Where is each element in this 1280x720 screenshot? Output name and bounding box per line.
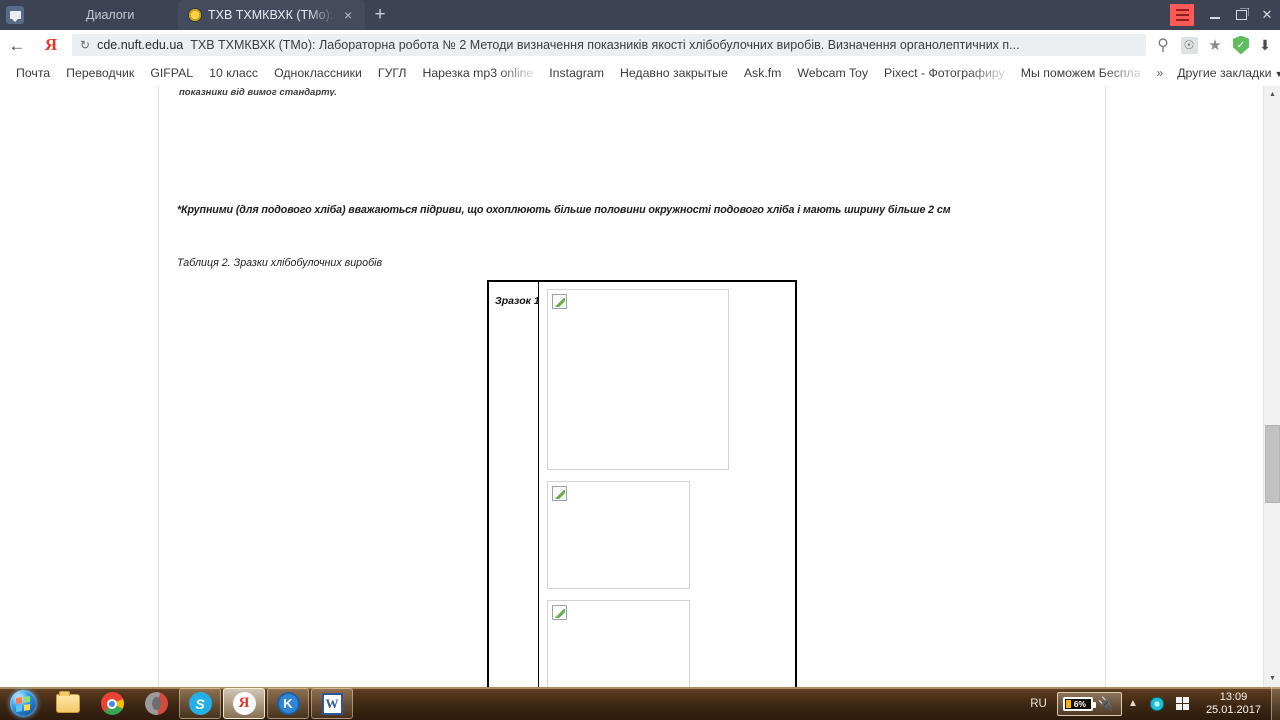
sample-label-cell: Зразок 1 xyxy=(489,282,539,687)
table-row: Зразок 1 xyxy=(489,282,795,687)
battery-icon: 6% xyxy=(1063,697,1093,711)
opera-icon xyxy=(145,692,168,715)
taskbar-item-yandex-browser[interactable]: Я xyxy=(223,688,265,719)
bookmark-nedavno-zakrytye[interactable]: Недавно закрытые xyxy=(612,60,736,86)
taskbar-item-opera[interactable] xyxy=(135,688,177,719)
bookmark-pixect[interactable]: Pixect - Фотографиру xyxy=(876,60,1013,86)
bookmark-pochta[interactable]: Почта xyxy=(8,60,58,86)
chevron-down-icon: ▼ xyxy=(1274,69,1280,79)
restore-button[interactable] xyxy=(1228,0,1254,30)
language-indicator[interactable]: RU xyxy=(1020,698,1057,710)
site-favicon-icon xyxy=(188,8,202,22)
close-tab-icon[interactable]: × xyxy=(344,8,352,22)
new-tab-button[interactable]: + xyxy=(365,0,395,30)
skype-icon: S xyxy=(189,692,212,715)
bookmark-askfm[interactable]: Ask.fm xyxy=(736,60,790,86)
show-desktop-button[interactable] xyxy=(1271,687,1280,720)
vertical-scrollbar[interactable]: ▲ ▼ xyxy=(1263,86,1280,687)
footnote-text: *Крупними (для подового хліба) вважаютьс… xyxy=(177,204,951,216)
tab-active-page[interactable]: ТХВ ТХМКВХК (ТМо): Лаб × xyxy=(178,0,365,30)
start-button[interactable] xyxy=(0,688,46,719)
taskbar-buttons: S Я K W xyxy=(0,687,354,720)
folder-icon xyxy=(56,694,80,713)
tab-dialogs[interactable]: Диалоги xyxy=(30,0,178,30)
bookmarks-overflow-icon[interactable]: » xyxy=(1149,66,1172,80)
scroll-down-icon[interactable]: ▼ xyxy=(1264,670,1280,687)
battery-percent-label: 6% xyxy=(1065,699,1095,709)
other-bookmarks-button[interactable]: Другие закладки▼ xyxy=(1171,66,1280,80)
bookmark-gugl[interactable]: ГУГЛ xyxy=(370,60,415,86)
address-bar[interactable]: ↻ cde.nuft.edu.ua ТХВ ТХМКВХК (ТМо): Лаб… xyxy=(72,34,1146,56)
clock[interactable]: 13:09 25.01.2017 xyxy=(1196,691,1271,717)
taskbar-item-chrome[interactable] xyxy=(91,688,133,719)
yandex-home-icon[interactable]: Я xyxy=(34,30,68,60)
minimize-button[interactable] xyxy=(1202,0,1228,30)
bookmark-narezka-mp3[interactable]: Нарезка mp3 online xyxy=(414,60,541,86)
taskbar-item-explorer[interactable] xyxy=(47,688,89,719)
back-button[interactable]: ← xyxy=(0,30,34,60)
close-window-button[interactable]: ✕ xyxy=(1254,0,1280,30)
page-viewport: показники від вимог стандарту. *Крупними… xyxy=(0,86,1280,687)
navigation-bar: ← Я ↻ cde.nuft.edu.ua ТХВ ТХМКВХК (ТМо):… xyxy=(0,30,1280,60)
reload-icon[interactable]: ↻ xyxy=(80,38,90,52)
bookmark-odnoklassniki[interactable]: Одноклассники xyxy=(266,60,370,86)
sample-1-label: Зразок 1 xyxy=(495,295,540,307)
star-icon[interactable]: ★ xyxy=(1202,30,1228,60)
table-caption: Таблиця 2. Зразки хлібобулочних виробів xyxy=(177,257,382,269)
power-plug-icon: 🔌 xyxy=(1096,696,1116,712)
address-host: cde.nuft.edu.ua xyxy=(97,38,183,52)
download-icon[interactable]: ⬇ xyxy=(1254,30,1280,60)
broken-image-icon[interactable] xyxy=(547,289,729,470)
bookmark-10-klass[interactable]: 10 класс xyxy=(201,60,266,86)
document-page: показники від вимог стандарту. *Крупними… xyxy=(158,86,1106,687)
browser-menu-icon[interactable] xyxy=(1170,4,1194,26)
clock-date: 25.01.2017 xyxy=(1206,704,1261,717)
clipped-paragraph: показники від вимог стандарту. xyxy=(179,87,379,96)
bookmark-gifpal[interactable]: GIFPAL xyxy=(142,60,201,86)
word-icon: W xyxy=(322,693,343,715)
bookmark-perevodchik[interactable]: Переводчик xyxy=(58,60,142,86)
window-controls: ✕ xyxy=(1170,0,1280,30)
browser-window: Диалоги ТХВ ТХМКВХК (ТМо): Лаб × + ✕ ← Я… xyxy=(0,0,1280,687)
taskbar-item-skype[interactable]: S xyxy=(179,688,221,719)
clock-time: 13:09 xyxy=(1206,691,1261,704)
yandex-browser-icon: Я xyxy=(233,692,256,715)
tray-overflow-button[interactable]: ▲ xyxy=(1122,698,1144,709)
globe-icon[interactable]: ☉ xyxy=(1176,30,1202,60)
address-title: ТХВ ТХМКВХК (ТМо): Лабораторна робота № … xyxy=(190,38,1138,52)
scroll-up-icon[interactable]: ▲ xyxy=(1264,86,1280,103)
tab-strip: Диалоги ТХВ ТХМКВХК (ТМо): Лаб × + ✕ xyxy=(0,0,1280,30)
bookmarks-bar: Почта Переводчик GIFPAL 10 класс Однокла… xyxy=(0,60,1280,86)
scrollbar-thumb[interactable] xyxy=(1265,425,1280,503)
adblock-shield-icon[interactable]: ✓ xyxy=(1228,30,1254,60)
tab-dialogs-label: Диалоги xyxy=(40,8,168,22)
tray-windows-update-icon[interactable] xyxy=(1170,697,1196,711)
broken-image-icon[interactable] xyxy=(547,600,690,687)
bookmark-webcam-toy[interactable]: Webcam Toy xyxy=(789,60,876,86)
samples-table: Зразок 1 Зразок 2 xyxy=(487,280,797,687)
taskbar: S Я K W RU 6% 🔌 ▲ 13:09 25.01.2017 xyxy=(0,687,1280,720)
taskbar-item-word[interactable]: W xyxy=(311,688,353,719)
search-icon[interactable]: ⚲ xyxy=(1150,30,1176,60)
dialogs-icon xyxy=(6,6,24,24)
bookmark-my-pomozhem[interactable]: Мы поможем Беспла xyxy=(1013,60,1149,86)
tab-active-label: ТХВ ТХМКВХК (ТМо): Лаб xyxy=(208,8,336,22)
kmplayer-icon: K xyxy=(277,692,300,715)
broken-image-icon[interactable] xyxy=(547,481,690,589)
dialogs-app-icon[interactable] xyxy=(0,0,30,30)
tray-antivirus-icon[interactable] xyxy=(1144,697,1170,711)
sample-images-cell xyxy=(539,282,795,687)
taskbar-item-kmplayer[interactable]: K xyxy=(267,688,309,719)
chrome-icon xyxy=(101,692,124,715)
windows-start-orb-icon xyxy=(10,690,37,717)
system-tray: RU 6% 🔌 ▲ 13:09 25.01.2017 xyxy=(1020,687,1280,720)
battery-indicator[interactable]: 6% 🔌 xyxy=(1057,692,1122,716)
other-bookmarks-label: Другие закладки xyxy=(1177,66,1271,80)
bookmark-instagram[interactable]: Instagram xyxy=(541,60,612,86)
